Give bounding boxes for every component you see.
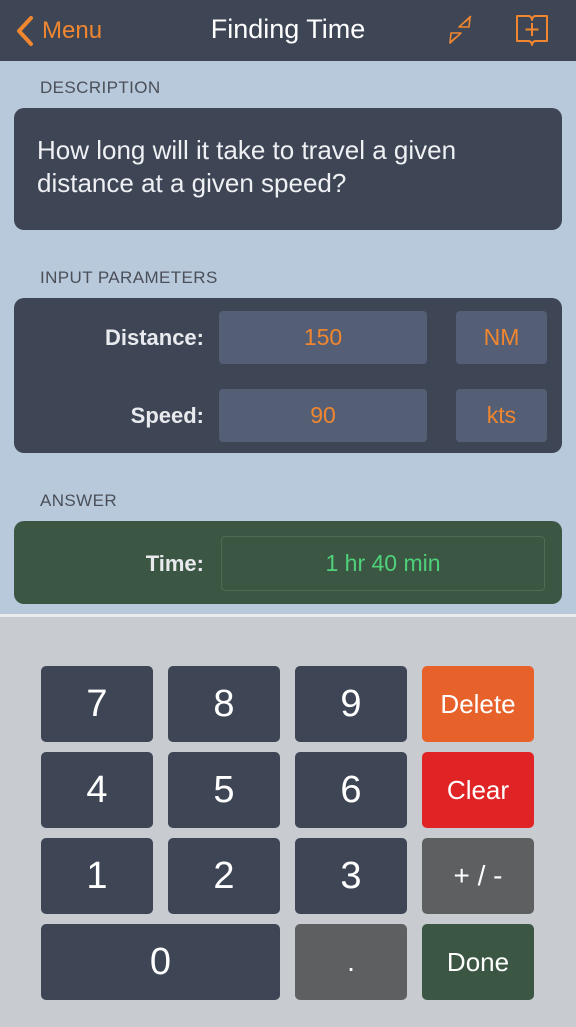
- key-3[interactable]: 3: [295, 838, 407, 914]
- decimal-point-key[interactable]: .: [295, 924, 407, 1000]
- delete-button[interactable]: Delete: [422, 666, 534, 742]
- key-0[interactable]: 0: [41, 924, 280, 1000]
- key-4[interactable]: 4: [41, 752, 153, 828]
- speed-input[interactable]: 90: [219, 389, 427, 442]
- add-to-book-icon: [516, 15, 548, 46]
- speed-unit-selector[interactable]: kts: [456, 389, 547, 442]
- answer-card: Time: 1 hr 40 min: [14, 521, 562, 604]
- key-1[interactable]: 1: [41, 838, 153, 914]
- key-6[interactable]: 6: [295, 752, 407, 828]
- clear-button[interactable]: Clear: [422, 752, 534, 828]
- input-parameters-header: INPUT PARAMETERS: [40, 268, 218, 287]
- nav-bar: Menu Finding Time: [0, 0, 576, 61]
- description-card: How long will it take to travel a given …: [14, 108, 562, 230]
- key-9[interactable]: 9: [295, 666, 407, 742]
- numeric-keypad: 7 8 9 Delete 4 5 6 Clear 1 2 3 + / - 0 .…: [0, 614, 576, 1027]
- back-button-label: Menu: [42, 17, 103, 44]
- key-2[interactable]: 2: [168, 838, 280, 914]
- collapse-arrows-icon: [449, 15, 472, 44]
- chevron-left-icon: [17, 16, 33, 46]
- done-button[interactable]: Done: [422, 924, 534, 1000]
- distance-input[interactable]: 150: [219, 311, 427, 364]
- collapse-button[interactable]: [444, 14, 476, 46]
- key-8[interactable]: 8: [168, 666, 280, 742]
- key-7[interactable]: 7: [41, 666, 153, 742]
- speed-label: Speed:: [130, 403, 204, 428]
- answer-header: ANSWER: [40, 491, 118, 510]
- back-button[interactable]: Menu: [14, 14, 102, 48]
- time-result: 1 hr 40 min: [221, 536, 545, 591]
- input-parameters-card: Distance: 150 NM Speed: 90 kts: [14, 298, 562, 453]
- distance-unit-selector[interactable]: NM: [456, 311, 547, 364]
- description-header: DESCRIPTION: [40, 78, 161, 97]
- time-label: Time:: [145, 551, 204, 576]
- sign-toggle-button[interactable]: + / -: [422, 838, 534, 914]
- add-to-book-button[interactable]: [514, 12, 550, 48]
- distance-label: Distance:: [104, 325, 204, 350]
- description-text: How long will it take to travel a given …: [37, 135, 457, 198]
- key-5[interactable]: 5: [168, 752, 280, 828]
